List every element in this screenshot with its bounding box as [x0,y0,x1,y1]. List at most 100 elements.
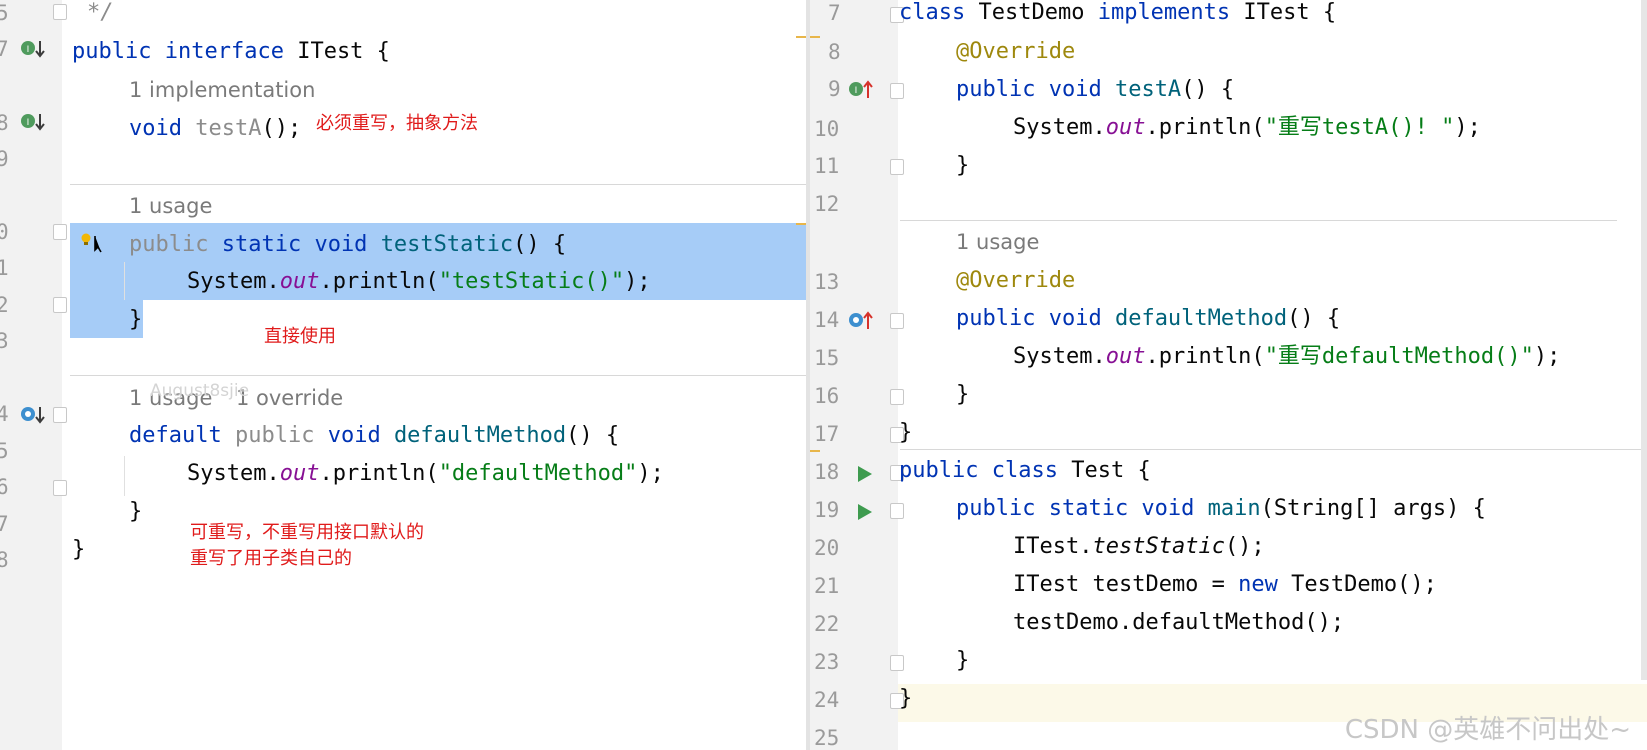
punctuation: ); [1533,344,1561,369]
code-line: public static void main(String[] args) { [956,490,1486,528]
identifier: System. [187,269,280,294]
scroll-mark [796,36,806,38]
fold-icon[interactable] [890,83,904,99]
identifier: (String[] args) { [1260,496,1486,521]
identifier: Test { [1071,458,1151,483]
punctuation: () { [513,232,567,257]
code-line: public class Test { [899,452,1151,490]
line-number: 10 [814,117,840,141]
line-number: 14 [814,308,840,332]
author-tag: August8sjie [150,381,250,401]
line-number: 8 [0,548,9,572]
implemented-down-arrow-icon[interactable]: I [20,111,46,133]
class-separator [900,449,1647,450]
keyword: public static void [956,496,1195,521]
override-up-arrow-icon[interactable] [848,309,876,331]
fold-icon[interactable] [53,4,67,20]
run-icon[interactable] [856,502,874,522]
line-number: 23 [814,650,840,674]
usage-hint[interactable]: 1 usage [129,187,212,225]
line-number: 5 [0,439,9,463]
line-number: 3 [0,329,9,353]
code-line: class TestDemo implements ITest { [899,0,1336,32]
line-number: 19 [814,498,840,522]
punctuation: ); [624,269,651,294]
identifier: TestDemo(); [1277,572,1437,597]
punctuation: (); [261,116,302,141]
scroll-mark [810,36,820,38]
code-line: ITest testDemo = new TestDemo(); [1013,566,1437,604]
left-editor-pane[interactable]: 5 7 8 9 0 1 2 3 4 5 6 7 8 I I */ public … [0,0,806,750]
code-line: System.out.println("testStatic()"); [187,263,651,301]
fold-icon[interactable] [53,297,67,313]
line-number: 12 [814,192,840,216]
identifier: .println( [319,461,439,486]
method-name: testA [195,116,262,141]
fold-icon[interactable] [890,389,904,405]
override-hint[interactable]: 1 override [236,379,343,417]
usage-hint[interactable]: 1 usage [956,223,1039,261]
usage-hint[interactable]: 1 implementation [129,71,315,109]
scroll-mark [810,450,820,452]
code-line: ITest.testStatic(); [1013,528,1265,566]
method-separator [900,220,1617,221]
brace: } [899,686,913,711]
indent-guide [124,456,125,496]
override-up-arrow-icon[interactable]: I [848,78,876,100]
annotation: @Override [956,39,1076,64]
identifier: .println( [319,269,439,294]
scroll-mark [796,223,806,225]
keyword: public [234,423,315,448]
line-number: 2 [0,293,9,317]
code-line: @Override [956,33,1075,71]
bulb-icon[interactable] [80,232,102,254]
svg-text:I: I [27,118,30,128]
run-icon[interactable] [856,464,874,484]
line-number: 16 [814,384,840,408]
fold-icon[interactable] [53,480,67,496]
identifier: testDemo.defaultMethod(); [1013,610,1345,635]
method-name: defaultMethod [1114,306,1288,331]
line-number: 7 [0,512,9,536]
right-editor-pane[interactable]: 7 8 9 10 11 12 13 14 15 16 17 18 19 20 2… [810,0,1647,750]
keyword: public [899,458,979,483]
identifier: System. [187,461,280,486]
identifier: ITest testDemo = [1013,572,1239,597]
code-line: */ [87,0,114,32]
annotation-note: 必须重写，抽象方法 [316,113,478,134]
brace: } [72,537,86,562]
line-number: 21 [814,574,840,598]
implemented-down-arrow-icon[interactable]: I [20,38,46,60]
line-number: 25 [814,726,840,750]
scrollbar[interactable] [1641,0,1647,680]
fold-icon[interactable] [890,159,904,175]
string-literal: "重写testA()! " [1264,115,1455,140]
fold-icon[interactable] [890,655,904,671]
fold-icon[interactable] [890,313,904,329]
annotation: @Override [956,268,1076,293]
keyword: void [129,116,182,141]
brace: } [956,648,970,673]
keyword: public [72,39,152,64]
fold-icon[interactable] [53,407,67,423]
method-name: main [1207,496,1261,521]
code-line: } [956,376,969,414]
indent-guide [124,262,125,300]
code-line: testDemo.defaultMethod(); [1013,604,1344,642]
identifier: TestDemo [978,0,1085,25]
code-line: @Override [956,262,1075,300]
implemented-down-arrow-icon[interactable] [20,404,46,426]
brace: } [129,499,143,524]
identifier: ITest. [1013,534,1093,559]
fold-icon[interactable] [53,224,67,240]
fold-icon[interactable] [890,503,904,519]
code-line: default public void defaultMethod() { [129,417,619,455]
code-line: public interface ITest { [72,33,390,71]
method-name: testA [1114,77,1182,102]
keyword: new [1238,572,1278,597]
line-number: 7 [828,1,841,25]
field: out [279,269,320,294]
keyword: default [129,423,222,448]
identifier: ITest { [1243,0,1337,25]
code-line: } [129,493,142,531]
